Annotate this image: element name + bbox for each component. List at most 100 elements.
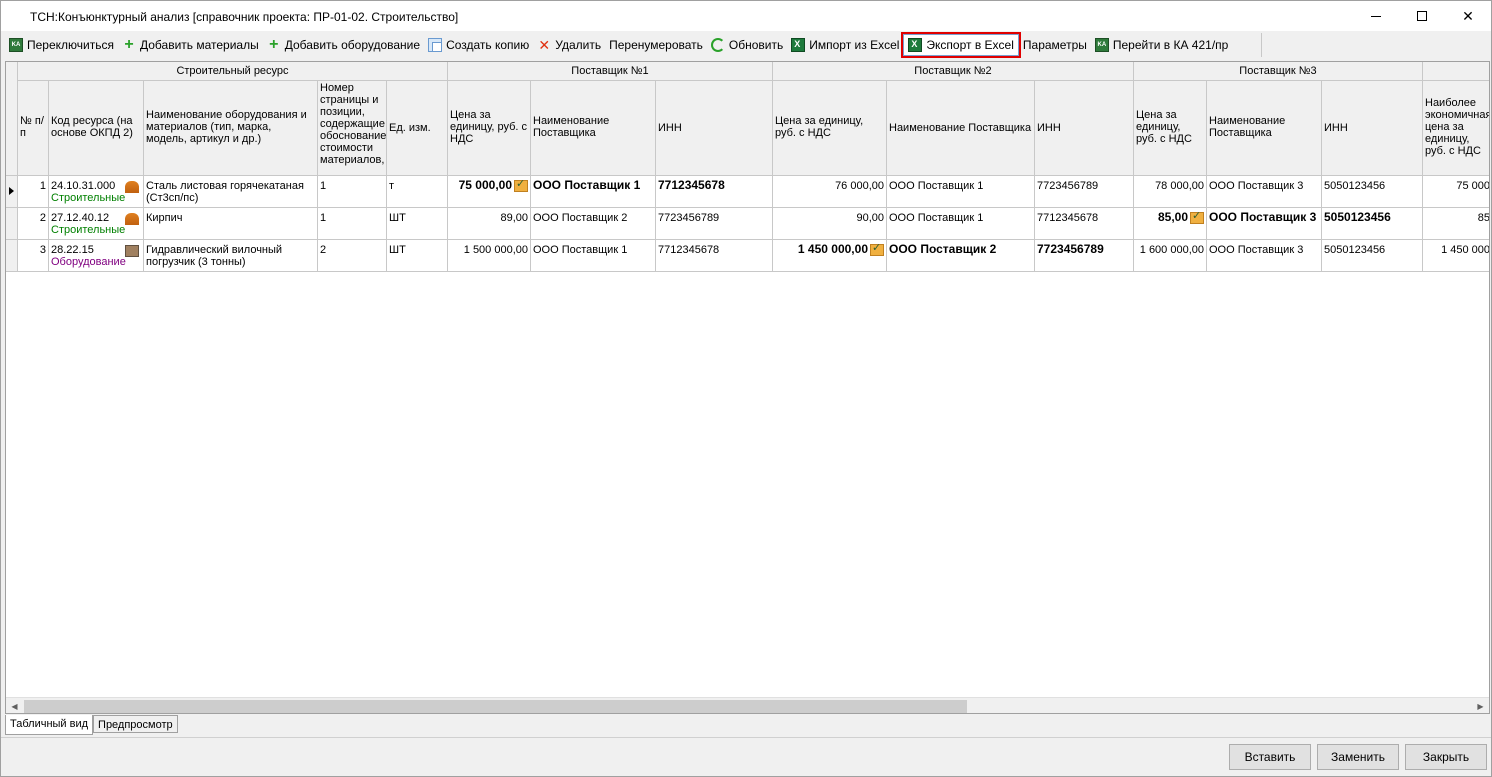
row-header[interactable] (6, 240, 18, 272)
cell-code[interactable]: 27.12.40.12 Строительные (49, 208, 144, 240)
column-header-best-price[interactable]: Наиболее экономичная цена за единицу, ру… (1423, 81, 1489, 176)
renumber-label: Перенумеровать (609, 38, 703, 52)
parameters-button[interactable]: Параметры (1019, 34, 1091, 56)
price-value: 1 450 000,00 (797, 242, 868, 256)
data-grid[interactable]: Строительный ресурс Поставщик №1 Поставщ… (5, 61, 1490, 714)
horizontal-scrollbar[interactable]: ◀ ▶ (6, 697, 1489, 713)
column-header-page[interactable]: Номер страницы и позиции, содержащие обо… (318, 81, 387, 176)
column-header-s2-name[interactable]: Наименование Поставщика (887, 81, 1035, 176)
column-header-s3-inn[interactable]: ИНН (1322, 81, 1423, 176)
plus-icon: + (269, 36, 279, 53)
scroll-right-icon[interactable]: ▶ (1472, 698, 1489, 713)
renumber-button[interactable]: Перенумеровать (605, 34, 707, 56)
column-header-s1-name[interactable]: Наименование Поставщика (531, 81, 656, 176)
cell-s3-price[interactable]: 1 600 000,00 (1134, 240, 1207, 272)
bricks-icon (125, 181, 139, 193)
cell-s3-price[interactable]: 85,00 (1134, 208, 1207, 240)
cell-s2-price[interactable]: 90,00 (773, 208, 887, 240)
column-header-code[interactable]: Код ресурса (на основе ОКПД 2) (49, 81, 144, 176)
cell-best-price[interactable]: 75 000 (1423, 176, 1489, 208)
create-copy-button[interactable]: Создать копию (424, 34, 533, 56)
column-header-s1-inn[interactable]: ИНН (656, 81, 773, 176)
group-header-resource: Строительный ресурс (18, 62, 448, 81)
cell-num[interactable]: 2 (18, 208, 49, 240)
tab-preview[interactable]: Предпросмотр (93, 715, 178, 733)
cell-code[interactable]: 24.10.31.000 Строительные (49, 176, 144, 208)
cell-s1-price[interactable]: 89,00 (448, 208, 531, 240)
row-header[interactable] (6, 176, 18, 208)
cell-s3-inn[interactable]: 5050123456 (1322, 240, 1423, 272)
view-tabs: Табличный вид Предпросмотр (5, 715, 178, 735)
delete-icon: ✕ (538, 37, 551, 53)
cell-s1-name[interactable]: ООО Поставщик 1 (531, 176, 656, 208)
cell-s1-price[interactable]: 75 000,00 (448, 176, 531, 208)
cell-best-price[interactable]: 85 (1423, 208, 1489, 240)
cell-s2-inn[interactable]: 7723456789 (1035, 240, 1134, 272)
add-equipment-button[interactable]: + Добавить оборудование (263, 34, 424, 56)
refresh-button[interactable]: Обновить (707, 34, 787, 56)
goto-ka-button[interactable]: KA Перейти в КА 421/пр (1091, 34, 1232, 56)
cell-unit[interactable]: ШТ (387, 240, 448, 272)
cell-s1-name[interactable]: ООО Поставщик 2 (531, 208, 656, 240)
cell-s1-inn[interactable]: 7712345678 (656, 176, 773, 208)
cell-page[interactable]: 1 (318, 208, 387, 240)
column-header-unit[interactable]: Ед. изм. (387, 81, 448, 176)
column-header-num[interactable]: № п/п (18, 81, 49, 176)
ka-icon: KA (9, 38, 23, 52)
cell-page[interactable]: 2 (318, 240, 387, 272)
cell-s1-price[interactable]: 1 500 000,00 (448, 240, 531, 272)
maximize-button[interactable] (1399, 1, 1445, 31)
cell-s2-name[interactable]: ООО Поставщик 1 (887, 208, 1035, 240)
cell-name[interactable]: Гидравлический вилочный погрузчик (3 тон… (144, 240, 318, 272)
export-excel-label: Экспорт в Excel (926, 38, 1014, 52)
cell-s2-price[interactable]: 1 450 000,00 (773, 240, 887, 272)
column-header-s2-inn[interactable]: ИНН (1035, 81, 1134, 176)
row-header[interactable] (6, 208, 18, 240)
cell-s2-inn[interactable]: 7712345678 (1035, 208, 1134, 240)
cell-num[interactable]: 1 (18, 176, 49, 208)
cell-s1-inn[interactable]: 7723456789 (656, 208, 773, 240)
replace-button[interactable]: Заменить (1317, 744, 1399, 770)
column-header-name[interactable]: Наименование оборудования и материалов (… (144, 81, 318, 176)
add-materials-label: Добавить материалы (139, 38, 259, 52)
cell-s3-price[interactable]: 78 000,00 (1134, 176, 1207, 208)
cell-unit[interactable]: ШТ (387, 208, 448, 240)
close-window-button[interactable]: ✕ (1445, 1, 1491, 31)
minimize-button[interactable] (1353, 1, 1399, 31)
main-window: ТСН:Конъюнктурный анализ [справочник про… (0, 0, 1492, 777)
refresh-label: Обновить (728, 38, 784, 52)
scroll-thumb[interactable] (24, 700, 967, 713)
cell-best-price[interactable]: 1 450 000 (1423, 240, 1489, 272)
cell-s2-name[interactable]: ООО Поставщик 1 (887, 176, 1035, 208)
cell-s3-name[interactable]: ООО Поставщик 3 (1207, 240, 1322, 272)
insert-button[interactable]: Вставить (1229, 744, 1311, 770)
column-header-s1-price[interactable]: Цена за единицу, руб. с НДС (448, 81, 531, 176)
column-header-s3-name[interactable]: Наименование Поставщика (1207, 81, 1322, 176)
cell-s3-inn[interactable]: 5050123456 (1322, 176, 1423, 208)
cell-code[interactable]: 28.22.15 Оборудование (49, 240, 144, 272)
cell-unit[interactable]: т (387, 176, 448, 208)
add-materials-button[interactable]: + Добавить материалы (118, 34, 263, 56)
switch-button[interactable]: KA Переключиться (5, 34, 118, 56)
column-header-s2-price[interactable]: Цена за единицу, руб. с НДС (773, 81, 887, 176)
cell-s2-inn[interactable]: 7723456789 (1035, 176, 1134, 208)
export-excel-button[interactable]: Экспорт в Excel (901, 32, 1021, 58)
cell-s3-name[interactable]: ООО Поставщик 3 (1207, 208, 1322, 240)
cell-name[interactable]: Сталь листовая горячекатаная (Ст3сп/пс) (144, 176, 318, 208)
column-header-s3-price[interactable]: Цена за единицу, руб. с НДС (1134, 81, 1207, 176)
cell-num[interactable]: 3 (18, 240, 49, 272)
import-excel-button[interactable]: Импорт из Excel (787, 34, 903, 56)
cell-s1-inn[interactable]: 7712345678 (656, 240, 773, 272)
cell-page[interactable]: 1 (318, 176, 387, 208)
cell-s3-name[interactable]: ООО Поставщик 3 (1207, 176, 1322, 208)
cell-name[interactable]: Кирпич (144, 208, 318, 240)
scroll-left-icon[interactable]: ◀ (6, 698, 23, 713)
cell-s1-name[interactable]: ООО Поставщик 1 (531, 240, 656, 272)
resource-category: Оборудование (51, 256, 126, 268)
delete-button[interactable]: ✕ Удалить (533, 34, 605, 56)
cell-s2-name[interactable]: ООО Поставщик 2 (887, 240, 1035, 272)
close-button[interactable]: Закрыть (1405, 744, 1487, 770)
cell-s2-price[interactable]: 76 000,00 (773, 176, 887, 208)
tab-table-view[interactable]: Табличный вид (5, 715, 94, 735)
cell-s3-inn[interactable]: 5050123456 (1322, 208, 1423, 240)
